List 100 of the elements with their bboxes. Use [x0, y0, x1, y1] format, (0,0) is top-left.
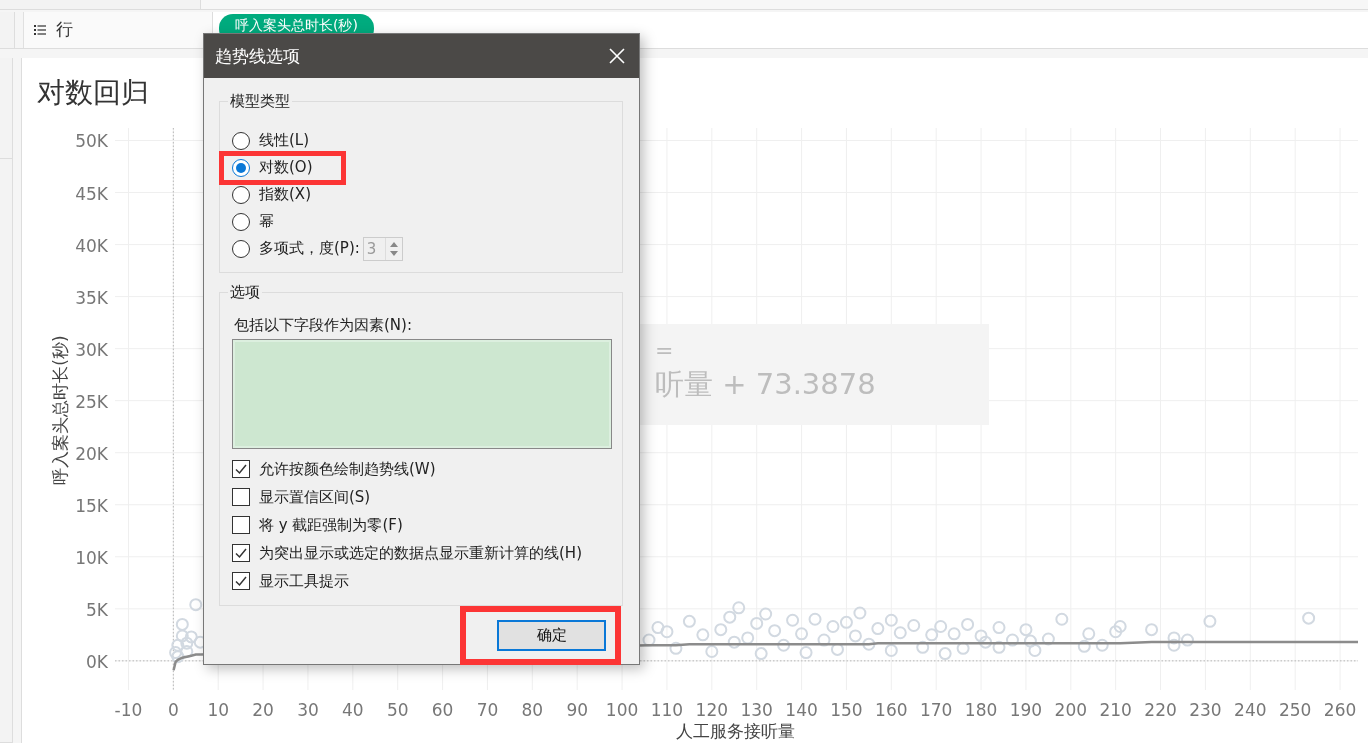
option-label: 线性(L) — [259, 131, 310, 150]
data-point — [992, 621, 1006, 635]
data-point — [871, 622, 885, 636]
data-point — [1113, 620, 1127, 633]
dialog-title: 趋势线选项 — [215, 44, 300, 68]
data-point — [1302, 611, 1316, 625]
checkbox[interactable] — [232, 488, 250, 506]
data-point — [189, 598, 203, 612]
data-point — [682, 614, 696, 628]
data-point — [171, 650, 185, 664]
data-point — [768, 624, 782, 638]
data-point — [669, 641, 683, 655]
axis-tick-label: 15K — [75, 495, 108, 516]
axis-tick-label: 150 — [830, 700, 863, 720]
axis-tick-label: 40K — [75, 235, 108, 256]
axis-tick-label: 110 — [650, 700, 684, 720]
data-point — [714, 623, 728, 637]
axis-tick-label: 10 — [207, 700, 230, 720]
axis-tick-label: 160 — [875, 700, 908, 720]
data-point — [795, 627, 809, 641]
axis-tick-label: 5K — [86, 599, 108, 620]
data-point — [884, 613, 898, 627]
data-point — [754, 647, 768, 661]
data-point — [1019, 623, 1033, 637]
data-point — [732, 601, 746, 615]
axis-tick-label: 50 — [386, 700, 409, 720]
data-point — [741, 631, 755, 645]
ok-button[interactable]: 确定 — [497, 620, 606, 651]
checkbox-label: 将 y 截距强制为零(F) — [259, 515, 403, 535]
axis-tick-label: 140 — [785, 700, 818, 720]
data-point — [808, 612, 822, 626]
axis-tick-label: 35K — [75, 287, 108, 308]
data-point — [171, 638, 185, 652]
data-point — [862, 637, 876, 651]
checkbox[interactable] — [232, 572, 250, 590]
data-point — [175, 629, 189, 643]
data-point — [1023, 634, 1037, 648]
data-point — [961, 617, 975, 631]
list-icon — [34, 24, 46, 35]
radio-button[interactable] — [232, 131, 250, 150]
option-label: 幂 — [259, 212, 274, 231]
data-point — [916, 640, 930, 654]
axis-tick-label: 200 — [1054, 700, 1088, 720]
axis-tick-label: 100 — [605, 700, 639, 720]
checkbox[interactable] — [232, 544, 250, 562]
y-axis-title: 呼入案头总时长(秒) — [50, 335, 70, 485]
data-point — [180, 636, 194, 650]
group-title: 选项 — [229, 283, 261, 302]
data-point — [696, 628, 710, 642]
option-label: 对数(O) — [259, 158, 313, 177]
radio-button[interactable] — [232, 158, 250, 177]
data-point — [992, 640, 1006, 654]
axis-tick-label: 190 — [1009, 700, 1043, 720]
checkbox[interactable] — [232, 516, 250, 534]
data-point — [1077, 639, 1091, 653]
data-point — [1167, 631, 1181, 645]
option-label: 多项式，度(P): — [259, 239, 360, 258]
data-point — [884, 643, 898, 657]
data-point — [660, 625, 674, 639]
data-point — [826, 620, 840, 633]
data-point — [893, 626, 907, 640]
data-point — [750, 616, 764, 630]
axis-tick-label: 220 — [1144, 700, 1177, 720]
equation-text: = — [655, 338, 674, 364]
data-point — [979, 635, 993, 649]
axis-tick-label: 260 — [1323, 700, 1357, 720]
radio-button[interactable] — [232, 239, 250, 258]
checkbox-label: 显示置信区间(S) — [259, 487, 371, 507]
data-point — [1028, 643, 1042, 657]
axis-tick-label: 230 — [1189, 700, 1222, 720]
axis-tick-label: 60 — [431, 700, 454, 720]
data-point — [1203, 614, 1217, 628]
axis-tick-label: -10 — [114, 700, 143, 720]
x-axis-title: 人工服务接听量 — [675, 721, 795, 741]
rows-shelf-label: 行 — [56, 18, 73, 42]
data-point — [799, 646, 813, 660]
radio-button[interactable] — [232, 212, 250, 231]
axis-tick-label: 0 — [167, 700, 179, 720]
axis-tick-label: 90 — [566, 700, 588, 720]
data-point — [853, 606, 867, 620]
data-point — [1095, 638, 1109, 652]
data-point — [1055, 612, 1069, 626]
radio-button[interactable] — [232, 185, 250, 204]
data-point — [786, 613, 800, 627]
data-point — [184, 630, 198, 644]
data-point — [839, 615, 853, 629]
data-point — [1041, 632, 1055, 646]
checkbox[interactable] — [232, 460, 250, 478]
axis-tick-label: 20K — [75, 443, 108, 464]
data-point — [1167, 638, 1181, 652]
factors-list[interactable] — [232, 339, 612, 449]
data-point — [934, 620, 948, 633]
data-point — [907, 618, 921, 632]
close-icon[interactable] — [609, 48, 625, 64]
data-point — [938, 647, 952, 661]
axis-tick-label: 210 — [1099, 700, 1132, 720]
data-point — [642, 633, 656, 647]
data-point — [777, 638, 791, 652]
axis-tick-label: 30 — [297, 700, 319, 720]
group-title: 模型类型 — [229, 92, 291, 111]
